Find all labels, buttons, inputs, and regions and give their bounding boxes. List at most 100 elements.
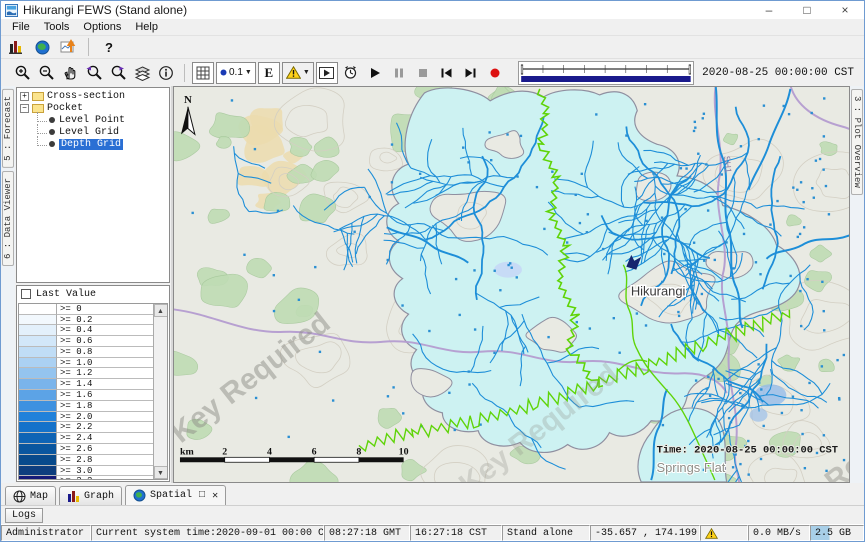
legend-row-label: >= 1.0	[57, 358, 153, 369]
tab-close-icon[interactable]: ✕	[212, 490, 218, 502]
legend-color-swatch	[19, 358, 57, 369]
pause-button[interactable]	[388, 62, 410, 84]
legend-row[interactable]: >= 0.2	[19, 315, 153, 326]
menu-help[interactable]: Help	[128, 20, 165, 34]
timeline-slider[interactable]	[518, 61, 694, 85]
legend-row[interactable]: >= 2.4	[19, 433, 153, 444]
legend-row-label: >= 2.4	[57, 433, 153, 444]
tree-connector	[37, 136, 47, 146]
maximize-button[interactable]: □	[788, 1, 826, 19]
tree-item-depth-grid[interactable]: Depth Grid	[19, 138, 169, 150]
status-warning[interactable]	[700, 525, 748, 541]
legend-row[interactable]: >= 3.0	[19, 466, 153, 477]
legend-row[interactable]: >= 2.0	[19, 412, 153, 423]
map-canvas[interactable]: API Key Required API Key Required API Ke…	[173, 86, 850, 483]
legend-row[interactable]: >= 2.2	[19, 422, 153, 433]
north-label: N	[184, 94, 192, 106]
legend-row[interactable]: >= 1.6	[19, 390, 153, 401]
legend-color-swatch	[19, 412, 57, 423]
menu-tools[interactable]: Tools	[37, 20, 77, 34]
legend-color-swatch	[19, 304, 57, 315]
legend-row[interactable]: >= 1.0	[19, 358, 153, 369]
close-button[interactable]: ×	[826, 1, 864, 19]
legend-color-swatch	[19, 444, 57, 455]
logs-button[interactable]: Logs	[5, 508, 43, 523]
zoom-out-button[interactable]	[35, 62, 57, 84]
tab-label: Graph	[84, 491, 114, 502]
legend-row[interactable]: >= 1.8	[19, 401, 153, 412]
menu-file[interactable]: File	[5, 20, 37, 34]
menu-options[interactable]: Options	[76, 20, 128, 34]
menu-bar: File Tools Options Help	[1, 19, 864, 36]
tab-spatial[interactable]: Spatial □ ✕	[125, 485, 226, 505]
layers-tree: + Cross-section − Pocket Level Point	[16, 87, 170, 283]
legend-row-label: >= 2.8	[57, 455, 153, 466]
legend-color-swatch	[19, 325, 57, 336]
contour-value-dropdown[interactable]: 0.1 ▼	[216, 62, 256, 84]
legend-color-swatch	[19, 476, 57, 479]
right-tab-strip: 3 : Plot Overview	[850, 86, 864, 483]
zoom-previous-button[interactable]	[83, 62, 105, 84]
main-area: 5 : Forecast 6 : Data Viewer + Cross-sec…	[1, 86, 864, 483]
expand-icon[interactable]: +	[20, 92, 29, 101]
label-button[interactable]: E	[258, 62, 280, 84]
pan-hand-icon[interactable]	[59, 62, 81, 84]
legend-row[interactable]: >= 0	[19, 304, 153, 315]
tab-maximize-icon[interactable]: □	[199, 490, 205, 501]
legend-row[interactable]: >= 0.6	[19, 336, 153, 347]
stop-button[interactable]	[412, 62, 434, 84]
explorer-chart-icon[interactable]	[5, 36, 27, 58]
legend-row-label: >= 0.2	[57, 315, 153, 326]
legend-color-swatch	[19, 379, 57, 390]
tree-item-label: Level Grid	[59, 127, 119, 138]
record-button[interactable]	[484, 62, 506, 84]
time-navigator-icon[interactable]	[340, 62, 362, 84]
animation-player-button[interactable]	[316, 62, 338, 84]
svg-text:4: 4	[267, 446, 272, 457]
legend-row[interactable]: >= 3.2	[19, 476, 153, 479]
legend-row[interactable]: >= 1.2	[19, 368, 153, 379]
legend-row[interactable]: >= 1.4	[19, 379, 153, 390]
bullet-icon	[49, 141, 55, 147]
layers-icon[interactable]	[131, 62, 153, 84]
legend-color-swatch	[19, 433, 57, 444]
legend-row[interactable]: >= 2.8	[19, 455, 153, 466]
play-button[interactable]	[364, 62, 386, 84]
minimize-button[interactable]: –	[750, 1, 788, 19]
legend-row[interactable]: >= 2.6	[19, 444, 153, 455]
info-button[interactable]	[155, 62, 177, 84]
tree-item-cross-section[interactable]: + Cross-section	[19, 90, 169, 102]
chevron-down-icon: ▼	[303, 69, 310, 76]
status-download-speed: 0.0 MB/s	[748, 525, 810, 541]
tab-map[interactable]: Map	[5, 486, 56, 505]
tab-graph[interactable]: Graph	[59, 486, 122, 505]
legend-row[interactable]: >= 0.8	[19, 347, 153, 358]
last-value-checkbox[interactable]	[21, 289, 31, 299]
thresholds-dropdown[interactable]: ▼	[282, 62, 314, 84]
main-toolbar: ?	[1, 36, 864, 58]
legend-scrollbar[interactable]: ▲ ▼	[153, 304, 167, 479]
svg-text:6: 6	[312, 446, 317, 457]
window-title: Hikurangi FEWS (Stand alone)	[23, 3, 187, 17]
scroll-down-icon[interactable]: ▼	[154, 466, 168, 479]
globe-icon[interactable]	[31, 36, 53, 58]
help-button[interactable]: ?	[98, 36, 120, 58]
legend-row[interactable]: >= 0.4	[19, 325, 153, 336]
legend-color-swatch	[19, 347, 57, 358]
map-graphic: API Key Required API Key Required API Ke…	[174, 87, 849, 482]
grid-display-button[interactable]	[192, 62, 214, 84]
status-bar: Administrator Current system time:2020-0…	[1, 524, 864, 541]
tab-data-viewer[interactable]: 6 : Data Viewer	[2, 171, 14, 266]
step-forward-button[interactable]	[460, 62, 482, 84]
scale-unit: km	[180, 446, 195, 457]
status-coordinates: -35.657 , 174.199	[590, 525, 700, 541]
scroll-up-icon[interactable]: ▲	[154, 304, 168, 317]
left-panel: + Cross-section − Pocket Level Point	[15, 86, 171, 483]
collapse-icon[interactable]: −	[20, 104, 29, 113]
step-back-button[interactable]	[436, 62, 458, 84]
tab-forecast[interactable]: 5 : Forecast	[2, 89, 14, 168]
zoom-next-button[interactable]	[107, 62, 129, 84]
zoom-in-button[interactable]	[11, 62, 33, 84]
spatial-display-icon[interactable]	[57, 36, 79, 58]
tab-plot-overview[interactable]: 3 : Plot Overview	[851, 89, 863, 195]
